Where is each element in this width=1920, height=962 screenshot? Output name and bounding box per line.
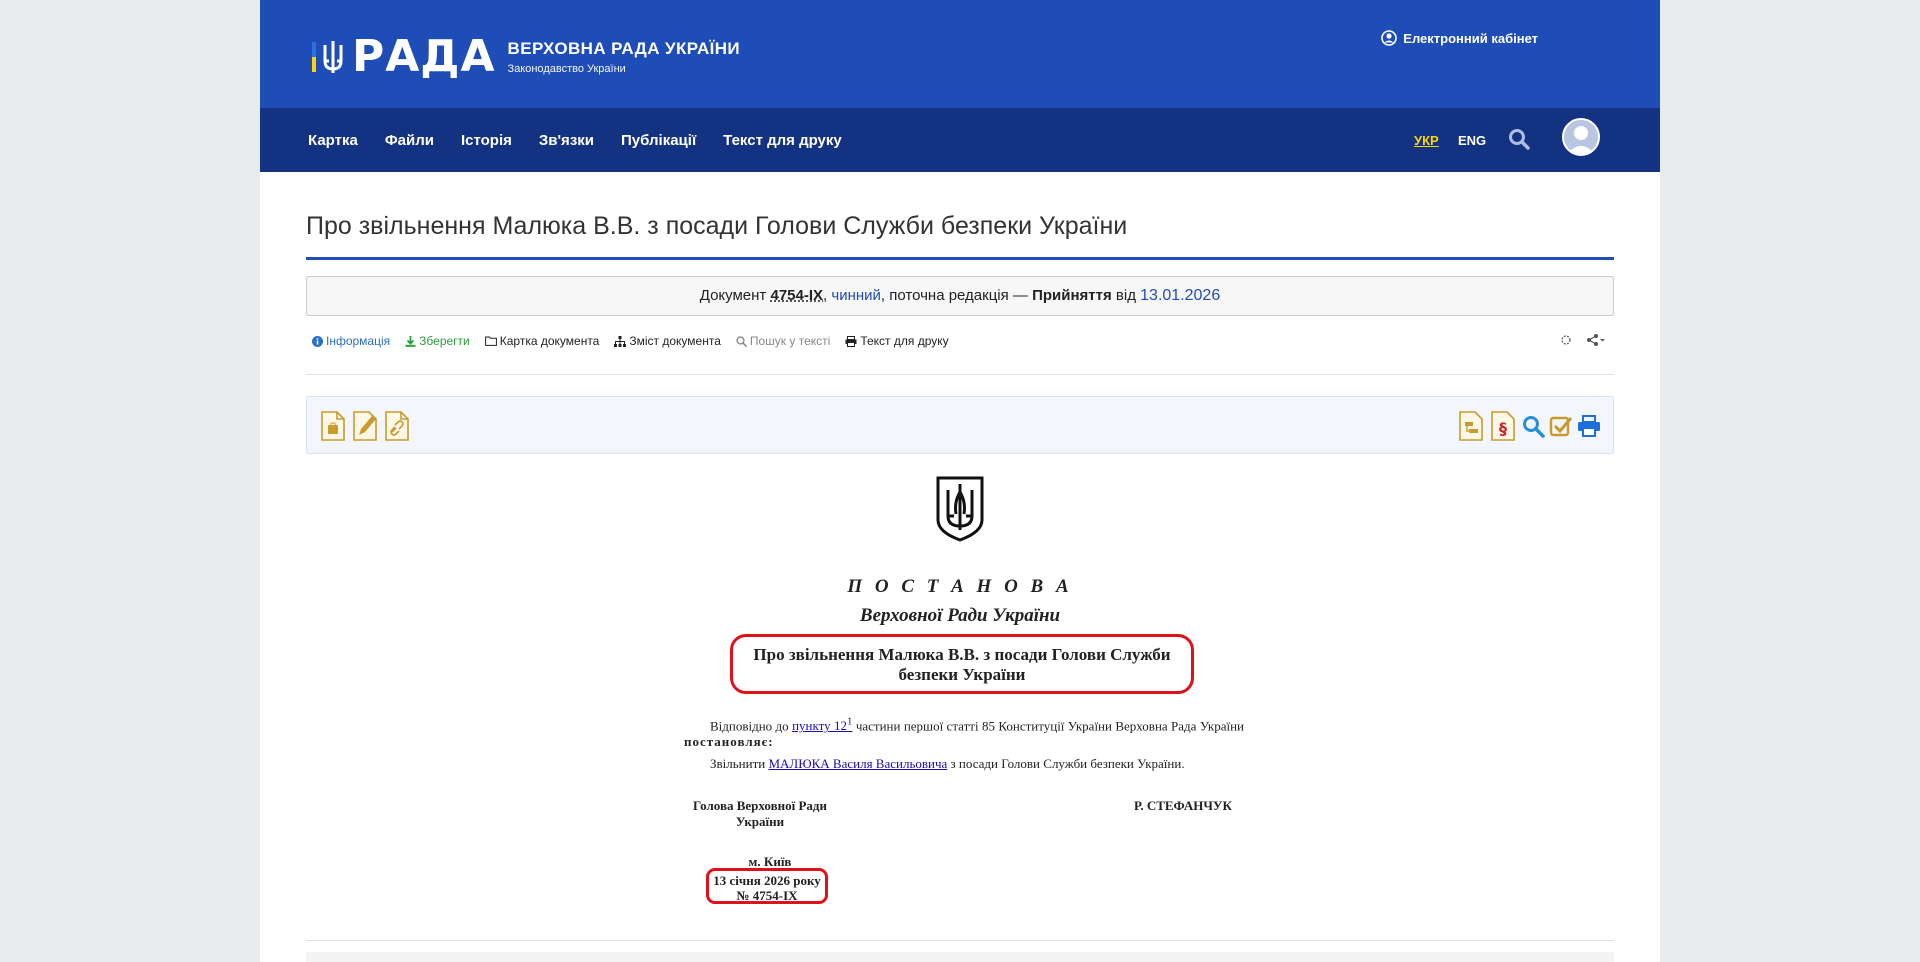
search-in-text-button[interactable]: Пошук у тексті (736, 334, 830, 348)
logo-text: ВЕРХОВНА РАДА УКРАЇНИ Законодавство Укра… (508, 39, 741, 75)
info-icon (312, 335, 323, 347)
nav-item-history[interactable]: Історія (461, 132, 512, 149)
p1-text-b: частини першої статті 85 Конституції Укр… (852, 718, 1244, 734)
signatory-position: Голова Верховної Ради України (693, 798, 827, 829)
p1-text-a: Відповідно до (710, 718, 793, 734)
document-card-button[interactable]: Картка документа (484, 334, 600, 348)
lang-ukr[interactable]: УКР (1414, 108, 1439, 172)
act-title-highlighted: Про звільнення Малюка В.В. з посади Голо… (730, 634, 1194, 694)
lang-eng[interactable]: ENG (1458, 108, 1486, 172)
p2-text-b: з посади Голови Служби безпеки України. (947, 756, 1185, 771)
search-document-icon[interactable] (1521, 414, 1545, 438)
logo-title: ВЕРХОВНА РАДА УКРАЇНИ (507, 39, 741, 58)
act-number: № 4754-IX (736, 888, 798, 903)
main-nav: Картка Файли Історія Зв'язки Публікації … (260, 108, 1660, 172)
document-type: П О С Т А Н О В А (847, 576, 1073, 597)
p2-text-a: Звільнити (710, 756, 769, 771)
avatar[interactable] (1562, 118, 1600, 156)
signatory-name: Р. СТЕФАНЧУК (1134, 798, 1232, 813)
document-state[interactable]: чинний (831, 287, 881, 304)
document-icon-bar: § (306, 396, 1614, 454)
search-small-icon (736, 335, 747, 347)
nav-item-card[interactable]: Картка (308, 132, 358, 149)
toolbar-right (1560, 334, 1606, 346)
constitution-article-link[interactable]: пункту 121 (792, 716, 852, 734)
svg-text:§: § (1499, 419, 1507, 438)
nav-item-links[interactable]: Зв'язки (539, 132, 594, 149)
theme-toggle-icon[interactable] (1560, 334, 1572, 346)
date-number-highlighted: 13 січня 2026 року № 4754-IX (706, 868, 828, 904)
document-number[interactable]: 4754-IX (770, 287, 823, 304)
bottom-divider (306, 940, 1614, 941)
document-structure-icon[interactable] (1457, 411, 1485, 441)
document-archive-icon[interactable] (319, 411, 347, 441)
person-link[interactable]: МАЛЮКА Василя Васильовича (768, 756, 947, 771)
document-paragraph-icon[interactable]: § (1489, 411, 1517, 441)
logo-subtitle: Законодавство України (507, 63, 626, 75)
save-button[interactable]: Зберегти (405, 334, 470, 348)
info-button[interactable]: Інформація (312, 334, 390, 348)
search-in-text-label: Пошук у тексті (749, 334, 831, 348)
info-label: Інформація (326, 334, 391, 348)
document-edit-icon[interactable] (351, 411, 379, 441)
p1-resolves: постановляє: (684, 734, 774, 750)
paragraph-dismissal: Звільнити МАЛЮКА Василя Васильовича з по… (684, 756, 1244, 772)
print-text-button[interactable]: Текст для друку (845, 334, 949, 348)
title-divider (306, 257, 1614, 260)
document-contents-label: Зміст документа (629, 334, 721, 348)
document-status-bar: Документ 4754-IX, чинний, поточна редакц… (306, 276, 1614, 316)
document-authority: Верховної Ради України (859, 605, 1061, 626)
user-circle-icon (1381, 30, 1398, 46)
status-mid: , поточна редакція — (880, 287, 1033, 304)
status-from: від (1111, 287, 1141, 304)
document-link-icon[interactable] (383, 411, 411, 441)
site-logo[interactable]: РАДА ВЕРХОВНА РАДА УКРАЇНИ Законодавство… (312, 31, 741, 82)
print-text-label: Текст для друку (860, 334, 949, 348)
nav-item-print-text[interactable]: Текст для друку (723, 132, 842, 149)
paragraph-basis: Відповідно до пункту 121 частини першої … (684, 714, 1244, 750)
trident-logo-icon (312, 36, 346, 78)
logo-word: РАДА (352, 31, 496, 82)
document-date[interactable]: 13.01.2026 (1140, 287, 1220, 304)
status-adopted: Прийняття (1032, 287, 1112, 304)
share-icon[interactable] (1586, 334, 1606, 346)
document-contents-button[interactable]: Зміст документа (614, 334, 721, 348)
print-icon (845, 335, 857, 347)
cabinet-link[interactable]: Електронний кабінет (1381, 30, 1538, 46)
document-toolbar: Інформація Зберегти Картка документа Змі… (312, 334, 964, 348)
checkbox-checked-icon[interactable] (1549, 414, 1573, 438)
coat-of-arms-icon (936, 476, 984, 542)
sitemap-icon (614, 335, 627, 347)
printer-icon[interactable] (1577, 414, 1601, 438)
page: РАДА ВЕРХОВНА РАДА УКРАЇНИ Законодавство… (260, 0, 1660, 962)
user-avatar-icon (1567, 126, 1595, 154)
nav-item-publications[interactable]: Публікації (621, 132, 696, 149)
document-card-label: Картка документа (499, 334, 600, 348)
bottom-strip (306, 952, 1614, 962)
page-title: Про звільнення Малюка В.В. з посади Голо… (306, 212, 1128, 240)
adoption-date: 13 січня 2026 року (713, 873, 821, 888)
folder-icon (484, 336, 497, 346)
site-header: РАДА ВЕРХОВНА РАДА УКРАЇНИ Законодавство… (260, 0, 1660, 108)
cabinet-label: Електронний кабінет (1403, 30, 1538, 46)
nav-item-files[interactable]: Файли (385, 132, 434, 149)
p1-link-text: пункту 12 (792, 718, 848, 734)
search-icon[interactable] (1508, 128, 1530, 150)
download-icon (405, 335, 416, 347)
toolbar-divider (306, 374, 1614, 375)
save-label: Зберегти (419, 334, 470, 348)
status-prefix: Документ (699, 287, 771, 304)
